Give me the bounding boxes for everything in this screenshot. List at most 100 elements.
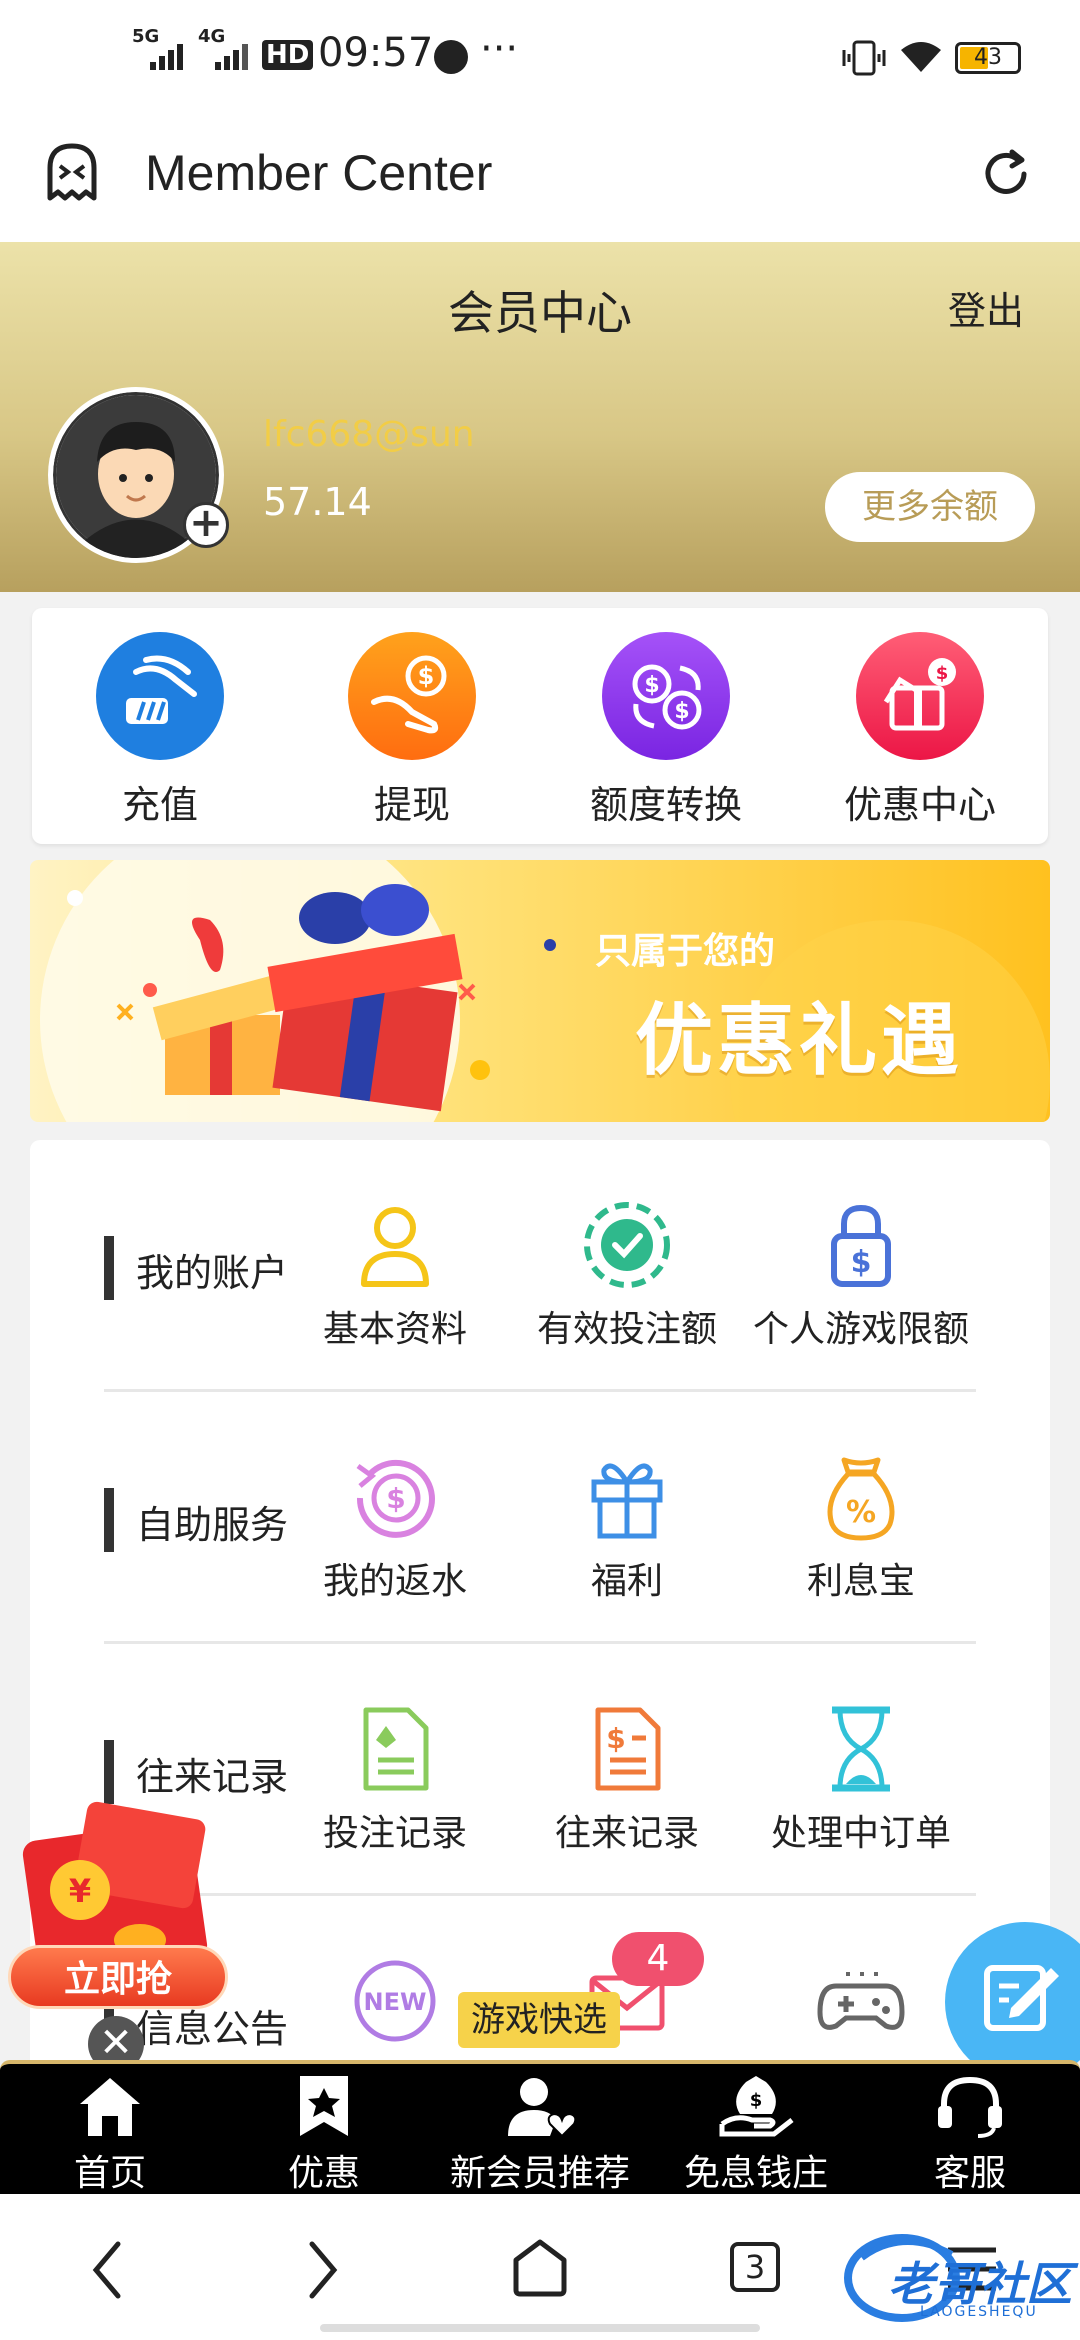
watermark-subtext: LAOGESHEQU — [920, 2304, 1038, 2320]
nav-customer-service-label: 客服 — [933, 2153, 1006, 2194]
member-center-title: 会员中心 — [448, 286, 632, 340]
game-limit-label: 个人游戏限额 — [752, 1309, 969, 1350]
pending-orders-button[interactable]: 处理中订单 — [746, 1704, 976, 1856]
chip-icon — [584, 1202, 670, 1288]
section-marker — [104, 1236, 114, 1300]
my-rebate-button[interactable]: $ 我的返水 — [280, 1452, 510, 1604]
nav-home-label: 首页 — [73, 2153, 146, 2194]
banner-subtitle: 只属于您的 — [595, 931, 776, 972]
tabs-button[interactable]: 3 — [730, 2242, 780, 2292]
signal-icon — [150, 44, 183, 70]
svg-text:%: % — [846, 1495, 876, 1530]
nav-new-member-referral[interactable]: 新会员推荐 — [432, 2074, 648, 2196]
user-icon — [361, 1207, 429, 1287]
welfare-label: 福利 — [590, 1561, 663, 1602]
banner-title: 优惠礼遇 — [635, 996, 964, 1086]
balance: 57.14 — [263, 480, 372, 524]
game-quick-select-button[interactable]: 游戏快选 — [458, 1992, 620, 2048]
svg-text:$: $ — [644, 673, 659, 698]
lock-dollar-icon: $ — [831, 1204, 891, 1287]
withdraw-label: 提现 — [373, 783, 450, 827]
logout-button[interactable]: 登出 — [948, 280, 1024, 335]
withdraw-button[interactable]: $ 提现 — [312, 632, 512, 829]
refresh-icon[interactable] — [978, 146, 1034, 202]
promo-center-button[interactable]: $ 优惠中心 — [820, 632, 1020, 829]
username: lfc668@sun — [263, 414, 475, 455]
basic-info-button[interactable]: 基本资料 — [280, 1200, 510, 1352]
forward-icon[interactable] — [302, 2240, 342, 2300]
hourglass-icon — [832, 1706, 890, 1792]
add-avatar-icon[interactable]: + — [183, 502, 229, 548]
nav-promotions-label: 优惠 — [287, 2153, 360, 2194]
valid-bets-button[interactable]: 有效投注额 — [512, 1200, 742, 1352]
ghost-icon[interactable] — [40, 140, 104, 204]
unread-badge: 4 — [612, 1932, 704, 1986]
nav-interest-free-bank[interactable]: $ 免息钱庄 — [648, 2074, 864, 2196]
money-hand-icon: $ — [719, 2076, 794, 2137]
watermark-logo: 老哥社区 LAOGESHEQU — [842, 2228, 1080, 2328]
recharge-button[interactable]: 充值 — [60, 632, 260, 829]
nav-promotions[interactable]: 优惠 — [216, 2074, 432, 2196]
svg-text:$: $ — [936, 663, 949, 684]
more-balance-button[interactable]: 更多余额 — [825, 472, 1035, 542]
section-self-service: 自助服务 $ 我的返水 福利 % 利息宝 — [30, 1392, 1050, 1644]
bottom-nav: 首页 优惠 新会员推荐 $ 免息钱庄 客服 — [0, 2060, 1080, 2194]
svg-text:$: $ — [851, 1245, 872, 1280]
status-bar: 5G 4G HD 09:57 ··· 43 — [0, 0, 1080, 120]
system-navigation-bar: 3 老哥社区 LAOGESHEQU — [0, 2194, 1080, 2340]
recharge-label: 充值 — [121, 783, 198, 827]
hd-indicator: HD — [262, 40, 314, 70]
battery-icon: 43 — [955, 42, 1021, 74]
svg-text:NEW: NEW — [364, 1988, 427, 2016]
svg-text:$: $ — [674, 699, 689, 724]
back-icon[interactable] — [88, 2240, 128, 2300]
promo-center-label: 优惠中心 — [843, 783, 996, 827]
recharge-icon — [96, 632, 224, 760]
avatar[interactable]: + — [48, 387, 229, 563]
nav-home[interactable]: 首页 — [2, 2074, 218, 2196]
wifi-icon — [901, 42, 941, 72]
tab-count: 3 — [744, 2248, 766, 2286]
signal-icon-2 — [215, 44, 248, 70]
gamepad-icon — [817, 1972, 905, 2030]
quick-actions-card: 充值 $ 提现 $ $ 额度转换 $ 优惠中心 — [32, 608, 1048, 844]
gesture-pill — [320, 2324, 760, 2332]
welfare-button[interactable]: 福利 — [512, 1452, 742, 1604]
rebate-icon: $ — [356, 1459, 435, 1538]
bet-record-label: 投注记录 — [322, 1813, 467, 1854]
headset-icon — [938, 2076, 1002, 2138]
transfer-button[interactable]: $ $ 额度转换 — [566, 632, 766, 829]
games-button[interactable] — [746, 1956, 976, 2046]
browser-app-bar: Member Center — [0, 120, 1080, 242]
interest-treasure-button[interactable]: % 利息宝 — [746, 1452, 976, 1604]
bet-record-button[interactable]: 投注记录 — [280, 1704, 510, 1856]
withdraw-icon: $ — [348, 632, 476, 760]
grab-now-button[interactable]: 立即抢 — [8, 1945, 228, 2009]
transaction-record-button[interactable]: $ 往来记录 — [512, 1704, 742, 1856]
new-icon: NEW — [354, 1960, 436, 2042]
edit-icon — [984, 1965, 1059, 2031]
nav-interest-free-bank-label: 免息钱庄 — [683, 2153, 828, 2194]
bet-record-icon — [363, 1707, 429, 1791]
battery-level: 43 — [974, 45, 1002, 70]
member-header: 会员中心 登出 + lfc668@sun 57.14 更多余额 — [0, 242, 1080, 592]
promo-banner[interactable]: 只属于您的 优惠礼遇 — [30, 860, 1050, 1122]
nav-new-member-referral-label: 新会员推荐 — [449, 2153, 630, 2194]
svg-text:$: $ — [606, 1722, 625, 1755]
game-limit-button[interactable]: $ 个人游戏限额 — [746, 1200, 976, 1352]
transaction-record-icon: $ — [595, 1707, 661, 1791]
basic-info-label: 基本资料 — [322, 1309, 467, 1350]
transaction-record-label: 往来记录 — [554, 1813, 699, 1854]
home-nav-icon[interactable] — [510, 2238, 570, 2298]
svg-text:$: $ — [418, 662, 435, 690]
clock: 09:57 — [318, 30, 434, 76]
section-my-account: 我的账户 基本资料 有效投注额 $ 个人游戏限额 — [30, 1140, 1050, 1392]
svg-text:¥: ¥ — [69, 1872, 91, 1910]
home-icon — [80, 2078, 140, 2136]
valid-bets-label: 有效投注额 — [536, 1309, 717, 1350]
nav-customer-service[interactable]: 客服 — [862, 2074, 1078, 2196]
app-notification-icon — [434, 40, 468, 74]
gift-icon — [591, 1463, 663, 1539]
promo-icon: $ — [856, 632, 984, 760]
more-notifications: ··· — [480, 26, 519, 72]
